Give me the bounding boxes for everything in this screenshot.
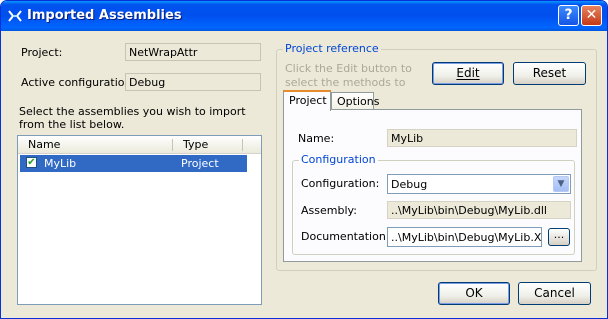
check-icon: ✔ — [27, 157, 36, 168]
documentation-input[interactable]: ..\MyLib\bin\Debug\MyLib.XML — [387, 227, 542, 247]
tab-project[interactable]: Project — [283, 90, 331, 111]
imported-assemblies-dialog: Imported Assemblies ? ✕ Project: NetWrap… — [0, 0, 608, 319]
column-separator[interactable] — [242, 139, 243, 151]
browse-button[interactable]: ... — [548, 228, 570, 246]
reset-button[interactable]: Reset — [513, 62, 586, 85]
browse-button-label: ... — [553, 228, 565, 241]
project-tab-panel: Name: MyLib Configuration Configuration:… — [283, 109, 582, 262]
name-field: MyLib — [387, 129, 577, 147]
tab-options-label: Options — [337, 95, 380, 108]
project-field: NetWrapAttr — [125, 43, 261, 61]
list-item[interactable]: MyLib Project — [20, 155, 247, 172]
column-separator[interactable] — [172, 139, 173, 151]
edit-button[interactable]: Edit — [432, 62, 504, 85]
chevron-down-icon[interactable]: ▼ — [553, 176, 569, 192]
title-bar[interactable]: Imported Assemblies ? ✕ — [1, 1, 607, 31]
ok-button-label: OK — [465, 286, 483, 300]
project-label: Project: — [21, 46, 63, 59]
list-item-name: MyLib — [44, 157, 77, 170]
list-header: Name Type — [18, 136, 261, 154]
window-title: Imported Assemblies — [27, 8, 182, 23]
list-item-type: Project — [181, 157, 219, 170]
list-item-checkbox[interactable]: ✔ — [26, 157, 37, 168]
column-header-name[interactable]: Name — [28, 138, 60, 151]
column-header-type[interactable]: Type — [183, 138, 208, 151]
active-configuration-field: Debug — [125, 73, 261, 91]
configuration-group-title: Configuration — [299, 153, 378, 166]
help-icon: ? — [564, 7, 573, 23]
assemblies-list[interactable]: Name Type MyLib Project ✔ — [17, 135, 262, 305]
assembly-label: Assembly: — [301, 204, 357, 217]
edit-button-label: Edit — [456, 66, 480, 80]
tab-project-label: Project — [289, 94, 327, 107]
app-icon — [8, 10, 22, 22]
cancel-button[interactable]: Cancel — [518, 282, 591, 305]
ok-button[interactable]: OK — [438, 282, 510, 305]
active-configuration-label: Active configuration: — [21, 76, 136, 89]
close-icon: ✕ — [585, 7, 598, 23]
documentation-label: Documentation: — [301, 230, 390, 243]
close-button[interactable]: ✕ — [581, 5, 602, 26]
configuration-label: Configuration: — [301, 177, 380, 190]
name-label: Name: — [298, 132, 335, 145]
cancel-button-label: Cancel — [534, 286, 575, 300]
reset-button-label: Reset — [532, 66, 567, 80]
help-button[interactable]: ? — [558, 5, 579, 26]
configuration-select-value: Debug — [391, 178, 428, 191]
project-reference-title: Project reference — [283, 42, 381, 55]
configuration-select[interactable]: Debug ▼ — [387, 174, 571, 194]
instructions-text: Select the assemblies you wish to import… — [19, 105, 246, 131]
assembly-field: ..\MyLib\bin\Debug\MyLib.dll — [387, 201, 571, 219]
